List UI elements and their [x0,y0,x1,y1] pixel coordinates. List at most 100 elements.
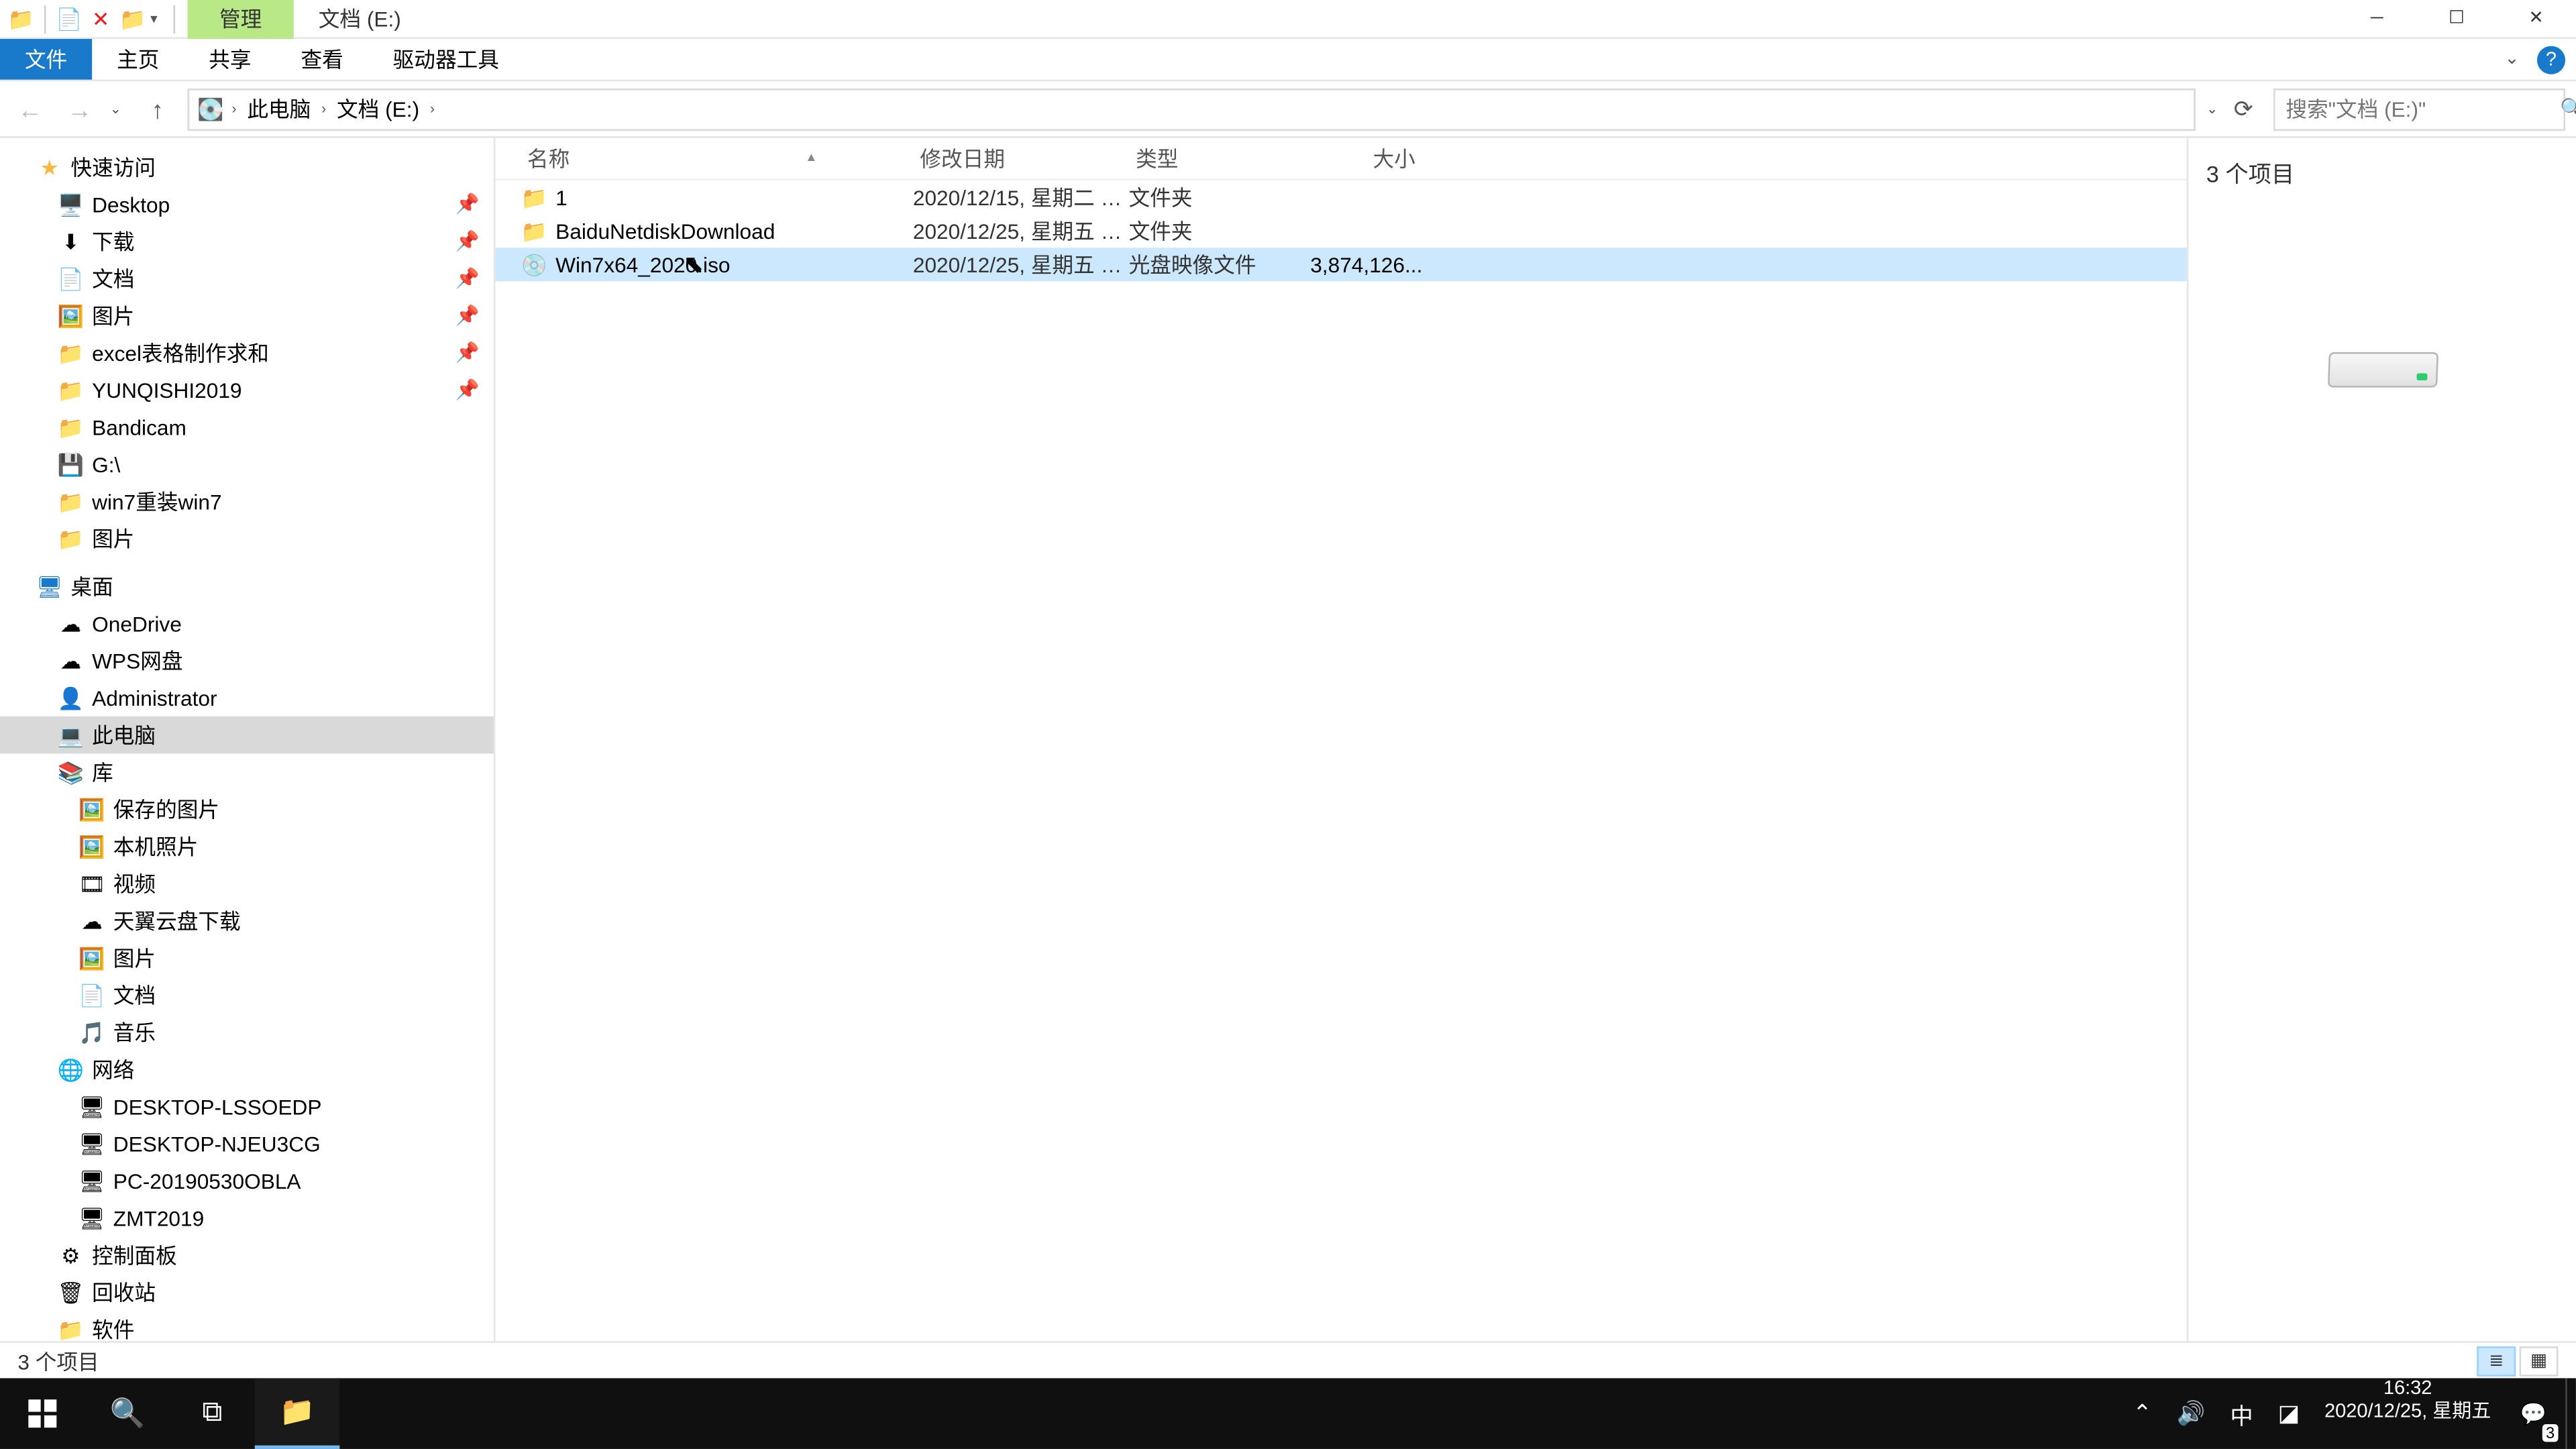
pin-icon: 📌 [455,378,480,401]
taskbar-clock[interactable]: 16:32 2020/12/25, 星期五 [2314,1378,2502,1448]
nav-item[interactable]: 🖥DESKTOP-LSSOEDP [0,1088,494,1125]
help-icon[interactable]: ? [2537,45,2565,73]
nav-item[interactable]: 🖥️Desktop📌 [0,186,494,223]
ime-indicator[interactable]: 中 [2230,1397,2253,1430]
nav-recent-dropdown[interactable]: ⌄ [110,101,127,117]
nav-back-button[interactable]: ← [11,89,50,128]
close-button[interactable]: ✕ [2496,0,2576,38]
ribbon-tab-view[interactable]: 查看 [276,39,368,80]
chevron-right-icon[interactable]: › [318,101,330,117]
minimize-button[interactable]: ─ [2337,0,2417,38]
nav-item-label: 音乐 [113,1017,156,1047]
breadcrumb-segment[interactable]: 文档 (E:) [329,94,426,124]
ribbon-tab-share[interactable]: 共享 [184,39,276,80]
taskbar-search-button[interactable]: 🔍 [85,1378,170,1448]
maximize-button[interactable]: ☐ [2417,0,2497,38]
volume-icon[interactable]: 🔊 [2177,1399,2206,1428]
nav-item[interactable]: 📁excel表格制作求和📌 [0,334,494,371]
qat-properties-icon[interactable]: 📄 [55,5,83,33]
nav-desktop-root[interactable]: 🖥 桌面 [0,568,494,605]
file-type: 文件夹 [1129,216,1309,246]
system-tray[interactable]: ⌃ 🔊 中 ◪ [2118,1378,2314,1448]
nav-item-icon: ☁ [56,647,85,675]
col-size[interactable]: 大小 [1309,144,1423,174]
nav-forward-button[interactable]: → [60,89,99,128]
nav-item[interactable]: 🗑回收站 [0,1274,494,1311]
nav-item[interactable]: ⚙控制面板 [0,1236,494,1273]
contextual-tab-manage[interactable]: 管理 [188,0,294,38]
taskbar[interactable]: 🔍 ⧉ 📁 ⌃ 🔊 中 ◪ 16:32 2020/12/25, 星期五 💬 3 [0,1378,2576,1448]
col-date[interactable]: 修改日期 [913,144,1129,174]
qat-newfolder-icon[interactable]: 📁 [119,5,147,33]
taskbar-taskview-button[interactable]: ⧉ [170,1378,255,1448]
navigation-pane[interactable]: ★ 快速访问 🖥️Desktop📌⬇下载📌📄文档📌🖼️图片📌📁excel表格制作… [0,138,495,1341]
nav-item[interactable]: 📁图片 [0,520,494,557]
nav-item-label: 文档 [113,980,156,1010]
pin-icon: 📌 [455,230,480,253]
search-icon[interactable]: 🔍 [2560,97,2576,120]
app-icon[interactable]: 📁 [7,5,36,33]
ribbon-tab-file[interactable]: 文件 [0,39,92,80]
nav-quick-access[interactable]: ★ 快速访问 [0,149,494,186]
file-row[interactable]: 📁12020/12/15, 星期二 1...文件夹 [495,180,2186,214]
address-bar: ← → ⌄ ↑ 💽 › 此电脑 › 文档 (E:) › ⌄ ⟳ 🔍 [0,81,2576,138]
nav-item[interactable]: 🎵音乐 [0,1014,494,1051]
ribbon-expand-icon[interactable]: ⌄ [2504,50,2519,69]
nav-item[interactable]: 📁软件 [0,1311,494,1341]
nav-item[interactable]: 🖼️图片 [0,939,494,976]
ribbon-tab-home[interactable]: 主页 [92,39,184,80]
network-icon: 🌐 [56,1055,85,1083]
breadcrumb-segment[interactable]: 此电脑 [240,94,318,124]
ribbon-tab-drivetools[interactable]: 驱动器工具 [368,39,524,80]
breadcrumb[interactable]: 💽 › 此电脑 › 文档 (E:) › [188,88,2196,130]
nav-up-button[interactable]: ↑ [138,89,177,128]
nav-item[interactable]: 📄文档📌 [0,260,494,297]
nav-item[interactable]: 🖥PC-20190530OBLA [0,1163,494,1199]
nav-item[interactable]: 👤Administrator [0,680,494,716]
refresh-button[interactable]: ⟳ [2224,89,2263,128]
search-box[interactable]: 🔍 [2273,88,2565,130]
nav-item-icon: 📚 [56,758,85,786]
nav-item[interactable]: 🖥DESKTOP-NJEU3CG [0,1125,494,1162]
view-icons-button[interactable]: ▦ [2520,1346,2559,1376]
action-center-button[interactable]: 💬 3 [2502,1378,2565,1448]
col-name[interactable]: 名称 ▲ [520,144,912,174]
nav-item[interactable]: ☁OneDrive [0,605,494,642]
nav-item[interactable]: 📁win7重装win7 [0,483,494,520]
qat-close-icon[interactable]: ✕ [87,5,115,33]
nav-item[interactable]: 📁YUNQISHI2019📌 [0,372,494,409]
nav-item[interactable]: 📄文档 [0,977,494,1014]
start-button[interactable] [0,1378,85,1448]
title-bar: 📁 📄 ✕ 📁 ▾ 管理 文档 (E:) ─ ☐ ✕ [0,0,2576,39]
search-input[interactable] [2286,97,2560,121]
nav-item[interactable]: 🖼️图片📌 [0,297,494,334]
nav-item[interactable]: 💻此电脑 [0,716,494,753]
nav-item[interactable]: 🎞视频 [0,865,494,902]
nav-item-icon: ⬇ [56,227,85,256]
col-type[interactable]: 类型 [1129,144,1309,174]
file-row[interactable]: 💿Win7x64_2020.iso2020/12/25, 星期五 1...光盘映… [495,248,2186,281]
qat-customize-dropdown[interactable]: ▾ [150,11,164,27]
nav-item[interactable]: 📚库 [0,753,494,790]
chevron-right-icon[interactable]: › [228,101,240,117]
nav-item[interactable]: 🖼️保存的图片 [0,791,494,828]
nav-item[interactable]: ☁天翼云盘下载 [0,902,494,939]
nav-item[interactable]: 🖼️本机照片 [0,828,494,865]
show-desktop-button[interactable] [2565,1378,2576,1448]
file-list[interactable]: 名称 ▲ 修改日期 类型 大小 📁12020/12/15, 星期二 1...文件… [495,138,2186,1341]
addr-history-dropdown[interactable]: ⌄ [2206,101,2224,117]
file-row[interactable]: 📁BaiduNetdiskDownload2020/12/25, 星期五 1..… [495,214,2186,248]
nav-network[interactable]: 🌐 网络 [0,1051,494,1088]
nav-item[interactable]: 🖥ZMT2019 [0,1199,494,1236]
nav-item[interactable]: 💾G:\ [0,446,494,483]
nav-item-icon: 📁 [56,376,85,404]
nav-item[interactable]: 📁Bandicam [0,409,494,445]
nav-item[interactable]: ⬇下载📌 [0,223,494,260]
tray-overflow-icon[interactable]: ⌃ [2133,1399,2152,1428]
view-details-button[interactable]: ≣ [2477,1346,2516,1376]
nav-item[interactable]: ☁WPS网盘 [0,642,494,679]
chevron-right-icon[interactable]: › [427,101,439,117]
column-headers[interactable]: 名称 ▲ 修改日期 类型 大小 [495,138,2186,180]
tray-app-icon[interactable]: ◪ [2278,1399,2300,1428]
taskbar-explorer-button[interactable]: 📁 [255,1378,340,1448]
